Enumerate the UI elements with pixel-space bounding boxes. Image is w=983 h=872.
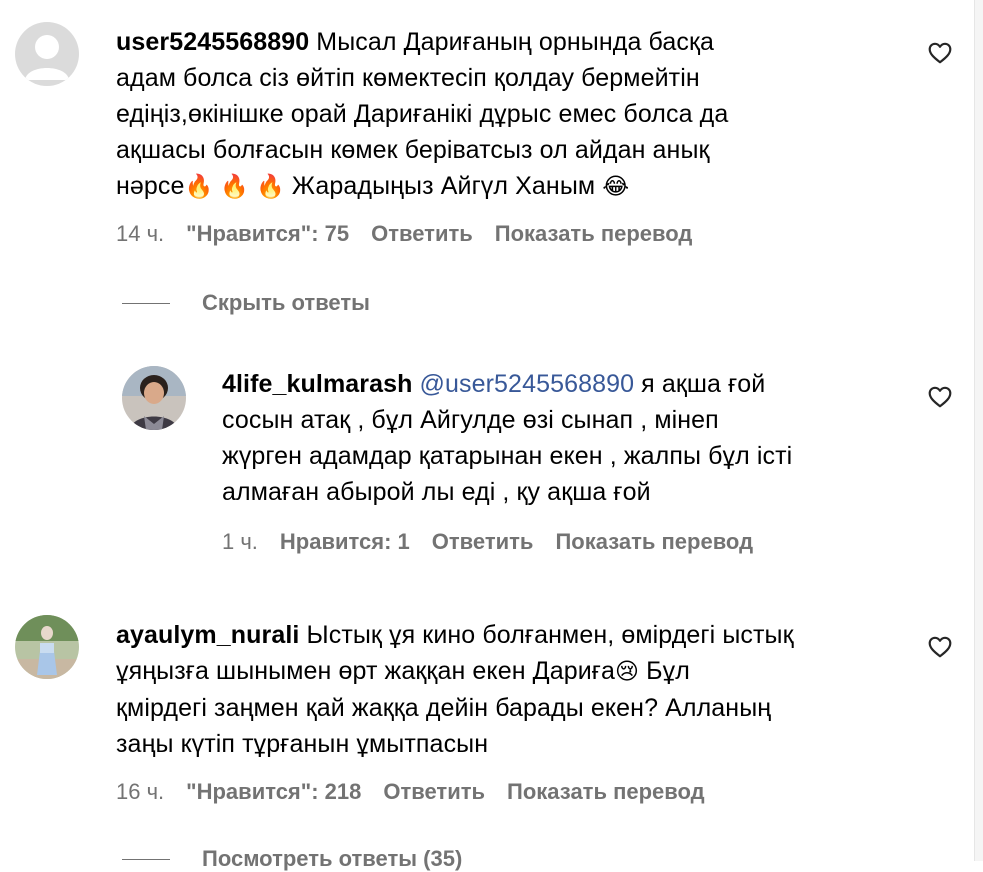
mention-link[interactable]: @user5245568890 xyxy=(420,370,635,398)
likes-count[interactable]: "Нравится": 218 xyxy=(186,779,361,804)
comment-meta: 14 ч. "Нравится": 75 Ответить Показать пере… xyxy=(116,221,714,247)
fire-emoji: 🔥 xyxy=(184,174,214,200)
likes-count[interactable]: "Нравится": 75 xyxy=(186,221,349,246)
comment-line: Жарадыңыз Айгүл Ханым xyxy=(291,172,596,200)
reply-text: 4life_kulmarash @user5245568890 я ақша ғ… xyxy=(222,366,922,510)
reply-line: жүрген адамдар қатарынан екен , жалпы бұ… xyxy=(222,442,793,470)
comment-line: Мысал Дариғаның орнында басқа xyxy=(316,28,714,56)
translate-button[interactable]: Показать перевод xyxy=(495,221,693,246)
avatar-4life-kulmarash[interactable] xyxy=(122,366,186,430)
comment-time[interactable]: 14 ч. xyxy=(116,221,164,246)
translate-button[interactable]: Показать перевод xyxy=(507,779,705,804)
profile-photo-icon xyxy=(15,615,79,679)
heart-icon[interactable] xyxy=(927,40,953,66)
heart-icon[interactable] xyxy=(927,634,953,660)
comment-3: ayaulym_nurali Ыстық ұя кино болғанмен, … xyxy=(0,600,983,820)
comment-line: адам болса сіз өйтіп көмектесіп қолдау б… xyxy=(116,64,700,92)
translate-button[interactable]: Показать перевод xyxy=(555,529,753,554)
profile-photo-icon xyxy=(122,366,186,430)
reply-meta: 1 ч. Нравится: 1 Ответить Показать перевод xyxy=(222,529,775,555)
reply-comment: 4life_kulmarash @user5245568890 я ақша ғ… xyxy=(0,360,983,560)
reply-line: алмаған абырой лы еді , қу ақша ғой xyxy=(222,478,651,506)
comment-username[interactable]: user5245568890 xyxy=(116,28,309,56)
comment-line: ақшасы болғасын көмек беріватсыз ол айда… xyxy=(116,136,710,164)
reply-line: я ақша ғой xyxy=(641,370,766,398)
avatar-default[interactable] xyxy=(15,22,79,86)
likes-count[interactable]: Нравится: 1 xyxy=(280,529,410,554)
comment-time[interactable]: 16 ч. xyxy=(116,779,164,804)
comment-line: Ыстық ұя кино болғанмен, өмірдегі ыстық xyxy=(306,621,794,649)
view-replies-label: Посмотреть ответы (35) xyxy=(202,846,463,871)
heart-icon[interactable] xyxy=(927,384,953,410)
comment-line: қмірдегі заңмен қай жаққа дейін барады е… xyxy=(116,694,772,722)
comment-text: user5245568890 Мысал Дариғаның орнында б… xyxy=(116,24,916,205)
comment-1: user5245568890 Мысал Дариғаның орнында б… xyxy=(0,0,983,260)
divider-line xyxy=(122,858,170,860)
fire-emoji: 🔥 xyxy=(220,174,250,200)
divider-line xyxy=(122,302,170,304)
reply-line: сосын атақ , бұл Айгулде өзі сынап , мін… xyxy=(222,406,719,434)
comment-meta: 16 ч. "Нравится": 218 Ответить Показать пер… xyxy=(116,779,727,805)
fire-emoji: 🔥 xyxy=(256,174,285,200)
avatar-ayaulym-nurali[interactable] xyxy=(15,615,79,679)
crying-emoji: 😢 xyxy=(615,659,640,685)
default-user-icon xyxy=(15,22,79,86)
reply-username[interactable]: 4life_kulmarash xyxy=(222,370,413,398)
comment-time[interactable]: 1 ч. xyxy=(222,529,258,554)
comment-line: Бұл xyxy=(646,657,690,685)
reply-button[interactable]: Ответить xyxy=(383,779,485,804)
comment-username[interactable]: ayaulym_nurali xyxy=(116,621,299,649)
laughing-emoji: 😂 xyxy=(602,174,630,200)
hide-replies-button[interactable]: Скрыть ответы xyxy=(122,290,370,316)
reply-button[interactable]: Ответить xyxy=(432,529,534,554)
comment-line: нәрсе xyxy=(116,172,185,200)
comment-line: ұяңызға шынымен өрт жаққан екен Дариға xyxy=(116,657,616,685)
comment-text: ayaulym_nurali Ыстық ұя кино болғанмен, … xyxy=(116,617,916,762)
hide-replies-label: Скрыть ответы xyxy=(202,290,370,315)
view-replies-button[interactable]: Посмотреть ответы (35) xyxy=(122,846,462,872)
reply-button[interactable]: Ответить xyxy=(371,221,473,246)
comment-line: едіңіз,өкінішке орай Дариғанікі дұрыс ем… xyxy=(116,100,729,128)
comment-line: заңы күтіп тұрғанын ұмытпасын xyxy=(116,730,489,758)
